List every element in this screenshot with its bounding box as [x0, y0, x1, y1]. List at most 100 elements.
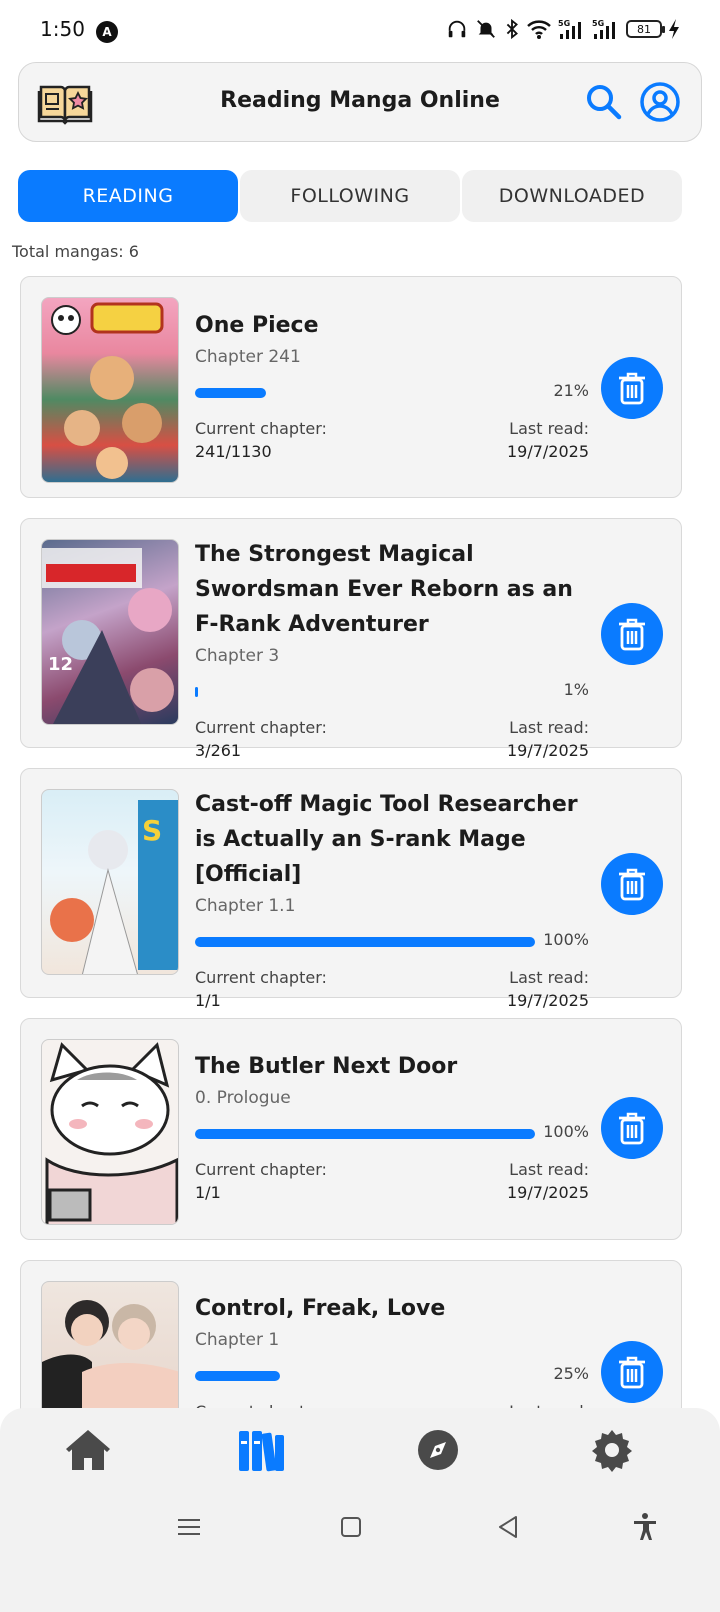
current-chapter-value: 1/1: [195, 1183, 221, 1202]
progress-bar-fill: [195, 1371, 280, 1381]
current-chapter-value: 3/261: [195, 741, 242, 760]
current-chapter-label: Current chapter:: [195, 419, 327, 438]
battery-icon: 81: [626, 20, 665, 38]
manga-card[interactable]: S Cast-off Magic Tool Researcher is Actu…: [20, 768, 682, 1010]
last-read-value: 19/7/2025: [506, 1183, 589, 1202]
manga-title: One Piece: [195, 313, 319, 338]
search-icon[interactable]: [583, 81, 623, 121]
last-read-label: Last read:: [509, 718, 589, 737]
last-read-label: Last read:: [509, 968, 589, 987]
manga-cover[interactable]: S: [41, 789, 179, 975]
manga-cover[interactable]: [41, 297, 179, 483]
delete-button[interactable]: [601, 1341, 663, 1403]
manga-chapter: Chapter 241: [195, 347, 301, 367]
signal-5g-icon-2: 5G: [592, 19, 615, 39]
svg-text:S: S: [142, 814, 162, 847]
manga-title: Control, Freak, Love: [195, 1296, 446, 1321]
recent-apps-icon[interactable]: [174, 1512, 204, 1542]
back-icon[interactable]: [494, 1512, 524, 1542]
trash-icon: [619, 1112, 645, 1145]
reading-progress: 1%: [195, 680, 589, 702]
current-chapter-label: Current chapter:: [195, 1160, 327, 1179]
delete-button[interactable]: [601, 603, 663, 665]
nav-explore[interactable]: [412, 1424, 464, 1476]
system-navigation-bar: [0, 1502, 720, 1612]
manga-meta: Current chapter: 1/1 Last read: 19/7/2025: [195, 1158, 589, 1204]
manga-info: One Piece Chapter 241 21% Current chapte…: [195, 277, 589, 463]
manga-info: Control, Freak, Love Chapter 1 25% Curre…: [195, 1261, 589, 1423]
manga-card[interactable]: 12 The Strongest Magical Swordsman Ever …: [20, 518, 682, 760]
last-read-value: 19/7/2025: [506, 442, 589, 461]
app-screen: 1:50 A 5G 5G 81 Reading Manga Online REA…: [0, 0, 720, 1612]
reading-progress: 100%: [195, 930, 589, 952]
last-read-value: 19/7/2025: [506, 741, 589, 760]
library-tabs: READING FOLLOWING DOWNLOADED: [18, 170, 682, 222]
bottom-navigation: [0, 1408, 720, 1502]
last-read-value: 19/7/2025: [506, 991, 589, 1010]
manga-meta: Current chapter: 241/1130 Last read: 19/7/…: [195, 417, 589, 463]
trash-icon: [619, 372, 645, 405]
last-read-label: Last read:: [509, 419, 589, 438]
status-time: 1:50: [40, 17, 85, 41]
current-chapter-value: 1/1: [195, 991, 221, 1010]
accessibility-icon[interactable]: [630, 1512, 660, 1542]
svg-text:5G: 5G: [558, 19, 570, 28]
user-account-icon[interactable]: [639, 81, 681, 123]
manga-title: The Butler Next Door: [195, 1054, 458, 1079]
manga-card[interactable]: The Butler Next Door 0. Prologue 100% Cu…: [20, 1018, 682, 1240]
manga-chapter: Chapter 1: [195, 1330, 280, 1350]
wifi-icon: [527, 20, 551, 39]
svg-text:5G: 5G: [592, 19, 604, 28]
manga-chapter: Chapter 1.1: [195, 896, 296, 916]
bluetooth-icon: [506, 18, 518, 40]
progress-percent: 100%: [543, 930, 589, 949]
reading-progress: 25%: [195, 1364, 589, 1386]
nav-library[interactable]: [236, 1424, 288, 1476]
notification-icon: A: [96, 21, 118, 43]
mute-bell-icon: [477, 20, 495, 38]
manga-chapter: Chapter 3: [195, 646, 280, 666]
progress-percent: 1%: [563, 680, 589, 699]
current-chapter-value: 241/1130: [195, 442, 272, 461]
delete-button[interactable]: [601, 1097, 663, 1159]
manga-chapter: 0. Prologue: [195, 1088, 291, 1108]
nav-home[interactable]: [62, 1424, 114, 1476]
progress-bar-fill: [195, 388, 266, 398]
app-header: Reading Manga Online: [18, 62, 702, 142]
charging-icon: [669, 19, 679, 39]
home-square-icon[interactable]: [336, 1512, 366, 1542]
library-icon: [239, 1431, 284, 1472]
delete-button[interactable]: [601, 357, 663, 419]
manga-title: The Strongest Magical Swordsman Ever Reb…: [195, 542, 573, 637]
manga-info: Cast-off Magic Tool Researcher is Actual…: [195, 769, 589, 1012]
nav-settings[interactable]: [586, 1424, 638, 1476]
trash-icon: [619, 618, 645, 651]
progress-percent: 100%: [543, 1122, 589, 1141]
total-mangas-label: Total mangas: 6: [12, 242, 139, 261]
manga-card[interactable]: One Piece Chapter 241 21% Current chapte…: [20, 276, 682, 498]
compass-icon: [418, 1430, 458, 1470]
delete-button[interactable]: [601, 853, 663, 915]
manga-cover[interactable]: [41, 1039, 179, 1225]
manga-meta: Current chapter: 3/261 Last read: 19/7/202…: [195, 716, 589, 762]
manga-title: Cast-off Magic Tool Researcher is Actual…: [195, 792, 578, 887]
reading-progress: 21%: [195, 381, 589, 403]
tab-reading[interactable]: READING: [18, 170, 238, 222]
manga-cover[interactable]: 12: [41, 539, 179, 725]
progress-bar-fill: [195, 687, 198, 697]
progress-bar-fill: [195, 1129, 535, 1139]
progress-percent: 25%: [553, 1364, 589, 1383]
reading-progress: 100%: [195, 1122, 589, 1144]
manga-list: One Piece Chapter 241 21% Current chapte…: [20, 276, 682, 1502]
current-chapter-label: Current chapter:: [195, 968, 327, 987]
manga-info: The Butler Next Door 0. Prologue 100% Cu…: [195, 1019, 589, 1204]
current-chapter-label: Current chapter:: [195, 718, 327, 737]
home-icon: [66, 1430, 110, 1470]
trash-icon: [619, 868, 645, 901]
tab-downloaded[interactable]: DOWNLOADED: [462, 170, 682, 222]
tab-following[interactable]: FOLLOWING: [240, 170, 460, 222]
status-icons: 5G 5G 81: [446, 18, 680, 40]
headphones-icon: [448, 20, 466, 38]
trash-icon: [619, 1356, 645, 1389]
status-bar: 1:50 A 5G 5G 81: [0, 0, 720, 62]
